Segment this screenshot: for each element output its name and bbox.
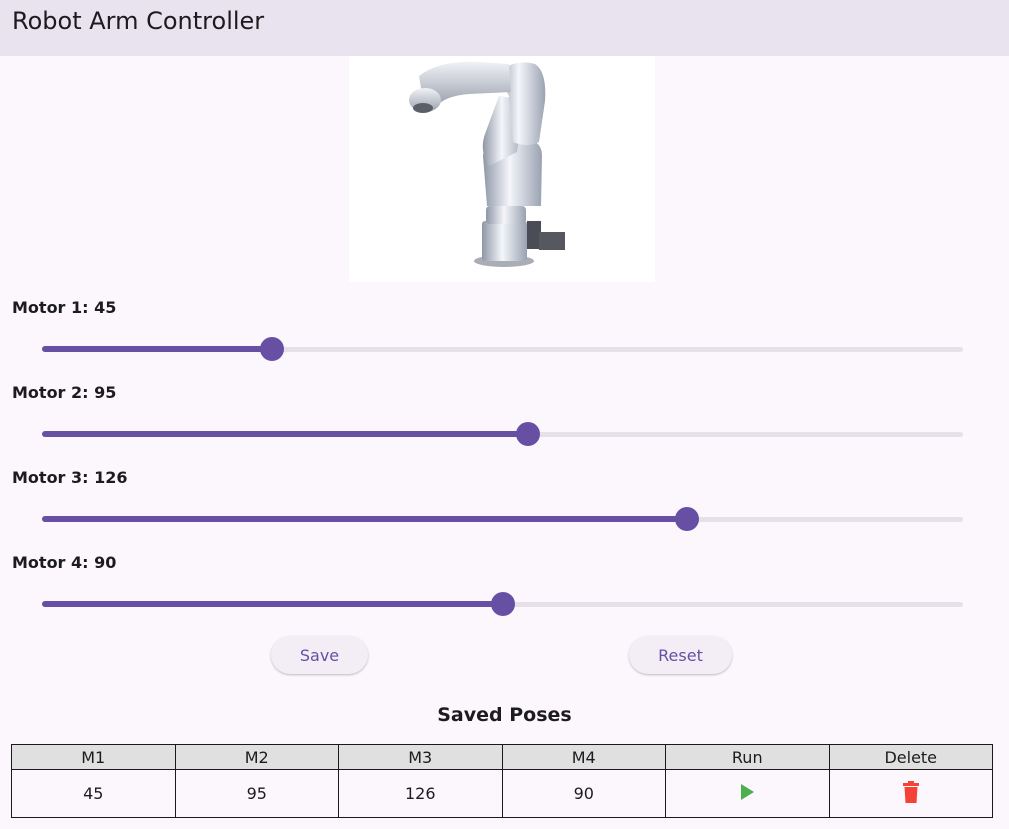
column-header-m2: M2 bbox=[174, 744, 339, 770]
cell-m2: 95 bbox=[174, 769, 339, 818]
table-row: 45 95 126 90 bbox=[11, 769, 993, 818]
motor-2-slider[interactable] bbox=[42, 422, 963, 446]
robot-arm-image bbox=[349, 56, 655, 282]
motor-1-label: Motor 1: 45 bbox=[12, 298, 117, 317]
slider-active-track bbox=[42, 346, 272, 352]
motor-3-label: Motor 3: 126 bbox=[12, 468, 128, 487]
cell-m1: 45 bbox=[11, 769, 176, 818]
column-header-delete: Delete bbox=[828, 744, 993, 770]
save-button[interactable]: Save bbox=[271, 636, 368, 674]
cell-m4: 90 bbox=[501, 769, 666, 818]
column-header-m3: M3 bbox=[338, 744, 503, 770]
table-header-row: M1 M2 M3 M4 Run Delete bbox=[11, 744, 993, 770]
cell-run bbox=[665, 769, 830, 818]
motor-3-slider[interactable] bbox=[42, 507, 963, 531]
slider-thumb[interactable] bbox=[491, 592, 515, 616]
saved-poses-title: Saved Poses bbox=[437, 704, 572, 726]
saved-poses-table: M1 M2 M3 M4 Run Delete 45 95 126 90 bbox=[11, 744, 993, 818]
slider-thumb[interactable] bbox=[260, 337, 284, 361]
motor-4-label: Motor 4: 90 bbox=[12, 553, 117, 572]
motor-4-slider[interactable] bbox=[42, 592, 963, 616]
column-header-m4: M4 bbox=[501, 744, 666, 770]
motor-2-label: Motor 2: 95 bbox=[12, 383, 117, 402]
play-icon[interactable] bbox=[739, 783, 755, 805]
slider-thumb[interactable] bbox=[516, 422, 540, 446]
slider-active-track bbox=[42, 431, 528, 437]
slider-active-track bbox=[42, 516, 687, 522]
app-title: Robot Arm Controller bbox=[12, 7, 265, 35]
trash-icon[interactable] bbox=[902, 780, 920, 807]
slider-thumb[interactable] bbox=[675, 507, 699, 531]
cell-delete bbox=[828, 769, 993, 818]
slider-active-track bbox=[42, 601, 503, 607]
column-header-m1: M1 bbox=[11, 744, 176, 770]
reset-button[interactable]: Reset bbox=[629, 636, 732, 674]
column-header-run: Run bbox=[665, 744, 830, 770]
motor-1-slider[interactable] bbox=[42, 337, 963, 361]
app-bar: Robot Arm Controller bbox=[0, 0, 1009, 56]
cell-m3: 126 bbox=[338, 769, 503, 818]
